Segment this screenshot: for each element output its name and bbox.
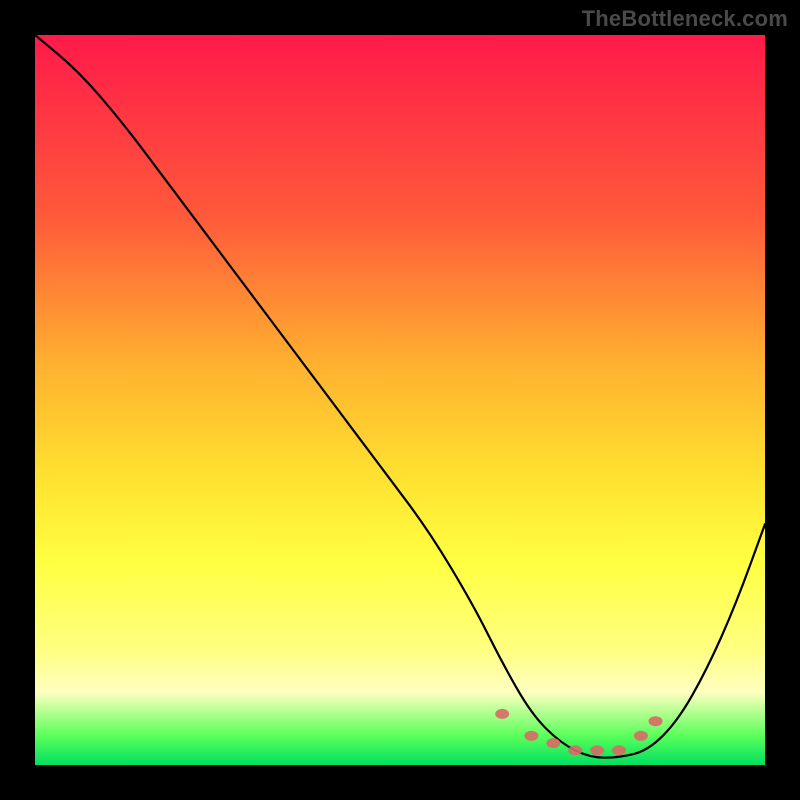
chart-frame: TheBottleneck.com [0,0,800,800]
optimal-marker [568,745,582,755]
optimal-marker [649,716,663,726]
optimal-marker [524,731,538,741]
bottleneck-curve [35,35,765,758]
chart-svg [35,35,765,765]
watermark-text: TheBottleneck.com [582,6,788,32]
optimal-marker [590,745,604,755]
plot-area [35,35,765,765]
optimal-marker [634,731,648,741]
optimal-marker [495,709,509,719]
optimal-range-markers [495,709,662,756]
optimal-marker [546,738,560,748]
optimal-marker [612,745,626,755]
